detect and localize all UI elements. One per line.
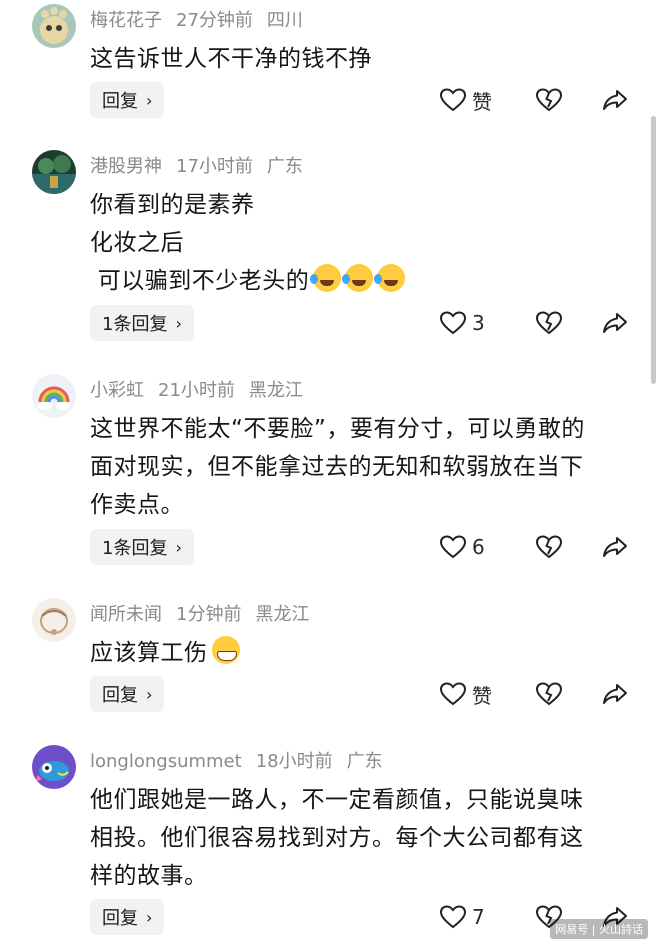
comment-actions: 3 xyxy=(440,305,640,341)
like-count: 赞 xyxy=(472,683,492,708)
location: 广东 xyxy=(346,751,383,772)
location: 黑龙江 xyxy=(248,380,303,401)
laughing-tears-emoji xyxy=(374,264,406,292)
location: 黑龙江 xyxy=(255,604,310,625)
share-arrow-icon xyxy=(603,313,627,333)
username[interactable]: 小彩虹 xyxy=(90,380,144,401)
share-button[interactable] xyxy=(602,82,628,118)
like-button[interactable]: 赞 xyxy=(440,82,492,118)
grinning-face-emoji xyxy=(211,636,240,664)
comment-meta: longlongsummet 18小时前 广东 xyxy=(90,751,397,773)
like-button[interactable]: 3 xyxy=(440,305,485,341)
dislike-button[interactable] xyxy=(536,529,562,565)
comment-actions: 赞 xyxy=(440,676,640,712)
comment-meta: 小彩虹 21小时前 黑龙江 xyxy=(90,380,317,402)
comment-actions: 6 xyxy=(440,529,640,565)
broken-heart-icon xyxy=(536,311,562,335)
comment-text: 他们跟她是一路人，不一定看颜值，只能说臭味 相投。他们很容易找到对方。每个大公司… xyxy=(90,781,635,895)
comment-line: 面对现实，但不能拿过去的无知和软弱放在当下 xyxy=(90,454,584,480)
scrollbar[interactable] xyxy=(651,116,656,384)
reply-label: 回复 xyxy=(102,91,138,112)
share-button[interactable] xyxy=(602,676,628,712)
comment-line: 这世界不能太“不要脸”，要有分寸，可以勇敢的 xyxy=(90,416,585,442)
share-arrow-icon xyxy=(603,90,627,110)
comment-actions: 赞 xyxy=(440,82,640,118)
chevron-right-icon: › xyxy=(175,537,182,557)
comment-text: 你看到的是素养 化妆之后 可以骗到不少老头的 xyxy=(90,186,635,300)
share-arrow-icon xyxy=(603,684,627,704)
like-count: 3 xyxy=(472,311,485,335)
comment-meta: 闻所未闻 1分钟前 黑龙江 xyxy=(90,604,323,626)
comment-line: 这告诉世人不干净的钱不挣 xyxy=(90,46,372,72)
broken-heart-icon xyxy=(536,535,562,559)
heart-icon xyxy=(440,535,466,559)
reply-label: 1条回复 xyxy=(102,538,168,559)
avatar[interactable] xyxy=(32,4,76,48)
username[interactable]: 闻所未闻 xyxy=(90,604,162,625)
comment-text: 应该算工伤 xyxy=(90,634,635,672)
comment-meta: 港股男神 17小时前 广东 xyxy=(90,156,317,178)
comment-meta: 梅花花子 27分钟前 四川 xyxy=(90,10,317,32)
broken-heart-icon xyxy=(536,682,562,706)
like-count: 赞 xyxy=(472,89,492,114)
chevron-right-icon: › xyxy=(146,684,153,704)
avatar[interactable] xyxy=(32,598,76,642)
location: 四川 xyxy=(266,10,303,31)
chevron-right-icon: › xyxy=(146,907,153,927)
comment-line: 可以骗到不少老头的 xyxy=(90,262,635,300)
reply-label: 回复 xyxy=(102,685,138,706)
timestamp: 1分钟前 xyxy=(176,604,242,625)
comment-line: 作卖点。 xyxy=(90,492,184,518)
heart-icon xyxy=(440,682,466,706)
share-button[interactable] xyxy=(602,305,628,341)
location: 广东 xyxy=(266,156,303,177)
comment-line: 样的故事。 xyxy=(90,863,208,889)
comment-text: 这告诉世人不干净的钱不挣 xyxy=(90,40,635,78)
dislike-button[interactable] xyxy=(536,676,562,712)
like-button[interactable]: 赞 xyxy=(440,676,492,712)
dislike-button[interactable] xyxy=(536,305,562,341)
timestamp: 18小时前 xyxy=(255,751,333,772)
heart-icon xyxy=(440,905,466,929)
chevron-right-icon: › xyxy=(175,313,182,333)
reply-button[interactable]: 回复 › xyxy=(90,82,165,118)
share-button[interactable] xyxy=(602,529,628,565)
like-count: 6 xyxy=(472,535,485,559)
dislike-button[interactable] xyxy=(536,82,562,118)
timestamp: 27分钟前 xyxy=(176,10,253,31)
broken-heart-icon xyxy=(536,88,562,112)
heart-icon xyxy=(440,311,466,335)
avatar[interactable] xyxy=(32,150,76,194)
like-button[interactable]: 6 xyxy=(440,529,485,565)
username[interactable]: 梅花花子 xyxy=(90,10,162,31)
chevron-right-icon: › xyxy=(146,90,153,110)
reply-button[interactable]: 1条回复 › xyxy=(90,529,194,565)
like-count: 7 xyxy=(472,905,485,929)
comment-line: 他们跟她是一路人，不一定看颜值，只能说臭味 xyxy=(90,787,584,813)
comment-line: 你看到的是素养 xyxy=(90,192,255,218)
comment-line: 化妆之后 xyxy=(90,230,184,256)
comment-text: 这世界不能太“不要脸”，要有分寸，可以勇敢的 面对现实，但不能拿过去的无知和软弱… xyxy=(90,410,635,524)
timestamp: 17小时前 xyxy=(176,156,253,177)
reply-label: 回复 xyxy=(102,908,138,929)
heart-icon xyxy=(440,88,466,112)
reply-button[interactable]: 回复 › xyxy=(90,676,165,712)
timestamp: 21小时前 xyxy=(158,380,235,401)
reply-button[interactable]: 回复 › xyxy=(90,899,165,935)
like-button[interactable]: 7 xyxy=(440,899,485,935)
share-arrow-icon xyxy=(603,537,627,557)
avatar[interactable] xyxy=(32,745,76,789)
reply-button[interactable]: 1条回复 › xyxy=(90,305,194,341)
watermark: 网易号 | 火山詩话 xyxy=(550,919,648,939)
username[interactable]: longlongsummet xyxy=(90,751,242,772)
crying-face-emoji xyxy=(310,264,342,292)
username[interactable]: 港股男神 xyxy=(90,156,162,177)
comment-line: 应该算工伤 xyxy=(90,634,635,672)
reply-label: 1条回复 xyxy=(102,314,168,335)
laughing-tears-emoji xyxy=(342,264,374,292)
avatar[interactable] xyxy=(32,374,76,418)
comment-line: 相投。他们很容易找到对方。每个大公司都有这 xyxy=(90,825,584,851)
